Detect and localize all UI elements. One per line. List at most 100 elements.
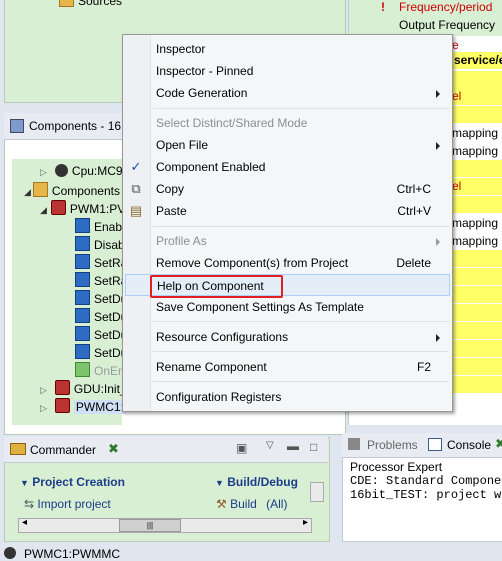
build-debug-section[interactable]: ▼ Build/Debug <box>215 475 298 489</box>
tree-method[interactable]: SetDu <box>75 290 127 308</box>
property-fragment: e <box>452 38 459 52</box>
import-project-link[interactable]: ⇆ Import project <box>24 497 111 511</box>
paste-icon: ▤ <box>129 203 143 218</box>
import-icon: ⇆ <box>24 497 35 511</box>
tree-item-gdu[interactable]: ▷ GDU:Init_ <box>40 380 127 398</box>
method-icon <box>75 236 90 251</box>
copy-icon: ⧉ <box>131 181 141 196</box>
console-line: CDE: Standard Componen <box>350 474 502 488</box>
commander-horizontal-scrollbar[interactable]: ◂ ||| ▸ <box>18 517 312 533</box>
output-frequency-label: Output Frequency <box>399 18 496 32</box>
menu-item-copy[interactable]: ⧉ Copy Ctrl+C <box>123 178 452 200</box>
method-icon <box>75 308 90 323</box>
tree-event[interactable]: OnEn <box>75 362 125 380</box>
property-mapping: mapping <box>452 126 499 140</box>
submenu-arrow-icon <box>436 90 440 98</box>
menu-item-select-distinct-shared-mode[interactable]: Select Distinct/Shared Mode <box>123 112 452 134</box>
tree-method[interactable]: Enabl <box>75 218 125 236</box>
warning-icon: ! <box>381 0 385 14</box>
tree-item-sources[interactable]: Sources <box>59 0 122 8</box>
remove-shortcut: Delete <box>396 256 431 270</box>
menu-separator <box>153 381 449 382</box>
property-mapping: mapping <box>452 144 499 158</box>
submenu-arrow-icon <box>436 334 440 342</box>
collapse-arrow-icon[interactable]: ◢ <box>40 205 47 215</box>
menu-item-resource-configurations[interactable]: Resource Configurations <box>123 326 452 348</box>
context-menu: Inspector Inspector - Pinned Code Genera… <box>122 34 453 412</box>
method-icon <box>75 326 90 341</box>
method-icon <box>75 272 90 287</box>
highlight-annotation <box>150 275 283 298</box>
new-icon[interactable]: ▣ <box>236 441 247 455</box>
property-mapping: mapping <box>452 234 499 248</box>
menu-item-open-file[interactable]: Open File <box>123 134 452 156</box>
component-icon <box>50 200 66 215</box>
tab-problems[interactable]: Problems <box>367 438 418 452</box>
tree-method[interactable]: SetRa <box>75 254 127 272</box>
menu-item-remove-component[interactable]: Remove Component(s) from Project Delete <box>123 252 452 274</box>
problems-icon <box>348 438 360 450</box>
tree-item-pwm1[interactable]: ◢ PWM1:PV <box>40 200 125 218</box>
components-tab-title[interactable]: Components - 16 <box>29 119 121 133</box>
expand-arrow-icon[interactable]: ▷ <box>40 403 47 413</box>
minimize-icon[interactable]: ▬ <box>287 439 299 453</box>
expand-arrow-icon[interactable]: ▷ <box>40 167 47 177</box>
tree-item-pwmc1[interactable]: ▷ PWMC1: <box>40 398 126 416</box>
status-bar: PWMC1:PWMMC <box>0 544 502 561</box>
tree-method[interactable]: SetDu <box>75 326 127 344</box>
menu-item-component-enabled[interactable]: ✓ Component Enabled <box>123 156 452 178</box>
tree-method[interactable]: SetDu <box>75 308 127 326</box>
tree-method[interactable]: SetRa <box>75 272 127 290</box>
hammer-icon: ⚒ <box>216 497 227 511</box>
console-icon <box>428 438 442 451</box>
collapse-arrow-icon[interactable]: ◢ <box>24 187 31 197</box>
menu-item-rename-component[interactable]: Rename Component F2 <box>123 356 452 378</box>
commander-vertical-scrollbar[interactable] <box>310 482 324 502</box>
scroll-right-icon[interactable]: ▸ <box>303 517 308 528</box>
frequency-period-label: Frequency/period <box>399 0 493 14</box>
menu-item-code-generation[interactable]: Code Generation <box>123 82 452 104</box>
component-status-icon <box>4 547 16 559</box>
close-icon[interactable]: ✖ <box>108 441 119 457</box>
commander-tab-title[interactable]: Commander <box>30 443 96 457</box>
expand-arrow-icon[interactable]: ▷ <box>40 385 47 395</box>
method-icon <box>75 344 90 359</box>
tree-item-cpu[interactable]: ▷ Cpu:MC9 <box>40 164 123 182</box>
scroll-left-icon[interactable]: ◂ <box>22 517 27 528</box>
collapse-arrow-icon: ▼ <box>215 478 224 488</box>
project-creation-section[interactable]: ▼ Project Creation <box>20 475 125 489</box>
tree-method[interactable]: Disab <box>75 236 125 254</box>
maximize-icon[interactable]: □ <box>310 440 317 454</box>
menu-item-inspector[interactable]: Inspector <box>123 38 452 60</box>
status-text: PWMC1:PWMMC <box>24 547 120 561</box>
commander-tab-bar: Commander ✖ ▣ ▽ ▬ □ <box>4 437 328 463</box>
component-icon <box>54 380 70 395</box>
console-line: 16bit_TEST: project wa <box>350 488 502 502</box>
tree-item-components[interactable]: ◢ Components <box>24 182 120 200</box>
scrollbar-thumb[interactable]: ||| <box>119 519 181 532</box>
menu-separator <box>153 226 449 227</box>
paste-shortcut: Ctrl+V <box>397 204 431 218</box>
menu-item-profile-as[interactable]: Profile As <box>123 230 452 252</box>
menu-item-configuration-registers[interactable]: Configuration Registers <box>123 386 452 408</box>
menu-item-paste[interactable]: ▤ Paste Ctrl+V <box>123 200 452 222</box>
submenu-arrow-icon <box>436 238 440 246</box>
checkmark-icon: ✓ <box>130 159 142 174</box>
component-icon <box>54 398 70 413</box>
components-view-icon <box>10 119 24 133</box>
close-icon[interactable]: ✖ <box>495 436 502 452</box>
menu-item-save-settings-as-template[interactable]: Save Component Settings As Template <box>123 296 452 318</box>
property-mapping: mapping <box>452 216 499 230</box>
commander-icon <box>10 443 26 455</box>
menu-item-inspector-pinned[interactable]: Inspector - Pinned <box>123 60 452 82</box>
method-icon <box>75 290 90 305</box>
tab-console[interactable]: Console <box>447 438 491 452</box>
console-output: CDE: Standard Componen 16bit_TEST: proje… <box>350 474 502 502</box>
build-link[interactable]: ⚒ Build (All) <box>216 497 287 511</box>
collapse-arrow-icon: ▼ <box>20 478 29 488</box>
components-folder-icon <box>32 182 48 197</box>
console-header: Processor Expert <box>350 460 443 474</box>
menu-separator <box>153 351 449 352</box>
view-menu-icon[interactable]: ▽ <box>266 440 274 451</box>
tree-method[interactable]: SetDu <box>75 344 127 362</box>
